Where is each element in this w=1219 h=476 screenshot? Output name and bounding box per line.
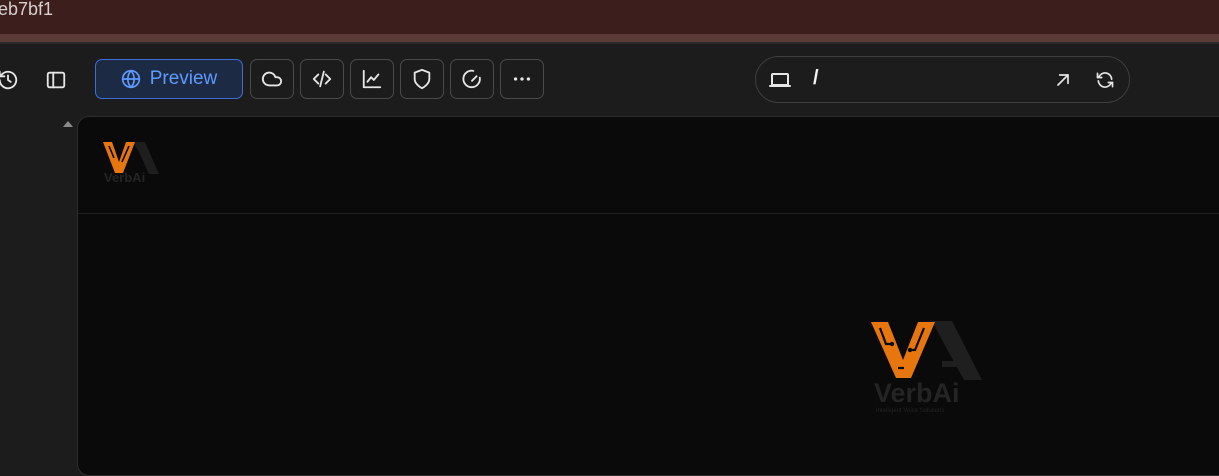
address-path[interactable]: / (813, 67, 819, 90)
more-horizontal-icon (511, 68, 533, 90)
globe-icon (121, 69, 141, 89)
speed-button[interactable] (450, 59, 494, 99)
cloud-icon (261, 68, 283, 90)
preview-label: Preview (149, 68, 218, 89)
scroll-up-arrow[interactable] (63, 121, 73, 127)
code-icon (311, 68, 333, 90)
header-logo-wordmark: VerbAi (104, 170, 146, 185)
side-panel (0, 116, 77, 454)
history-icon[interactable] (0, 67, 21, 93)
preview-button[interactable]: Preview (95, 59, 243, 99)
more-button[interactable] (500, 59, 544, 99)
security-button[interactable] (400, 59, 444, 99)
cloud-button[interactable] (250, 59, 294, 99)
hero-logo-wordmark: VerbAi (874, 378, 960, 408)
refresh-icon[interactable] (1093, 68, 1117, 92)
hero-logo-tagline: Intelligent Voice Solutions (876, 408, 945, 414)
preview-frame (77, 116, 1219, 476)
sidebar-toggle-icon[interactable] (43, 67, 69, 93)
hero-logo: VerbAi Intelligent Voice Solutions (868, 318, 986, 418)
window-title: eb7bf1 (0, 0, 54, 19)
analytics-button[interactable] (350, 59, 394, 99)
preview-header-divider (78, 213, 1219, 214)
chart-line-icon (361, 68, 383, 90)
shield-icon (411, 68, 433, 90)
window-titlebar: eb7bf1 (0, 0, 1219, 34)
header-logo[interactable]: VerbAi (101, 140, 161, 188)
arrow-up-right-icon[interactable] (1051, 68, 1075, 92)
laptop-icon[interactable] (768, 68, 792, 92)
gauge-icon (461, 68, 483, 90)
code-button[interactable] (300, 59, 344, 99)
